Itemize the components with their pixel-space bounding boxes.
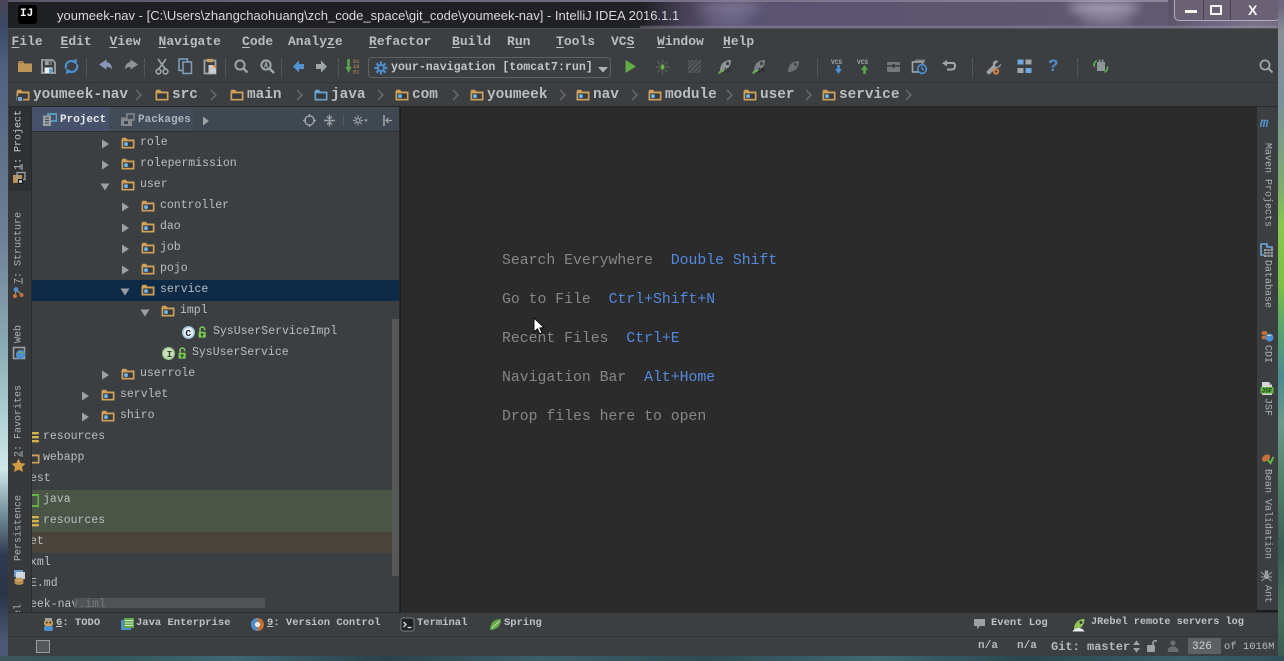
svg-text:I: I: [167, 349, 173, 360]
svg-text:VCS: VCS: [857, 59, 868, 66]
svg-text:JSF: JSF: [1262, 388, 1273, 395]
svg-text:VCS: VCS: [831, 59, 842, 66]
svg-text:JR: JR: [757, 68, 765, 75]
svg-text:C: C: [185, 328, 191, 339]
svg-text:JR: JR: [723, 68, 731, 75]
svg-text:01: 01: [353, 69, 359, 75]
